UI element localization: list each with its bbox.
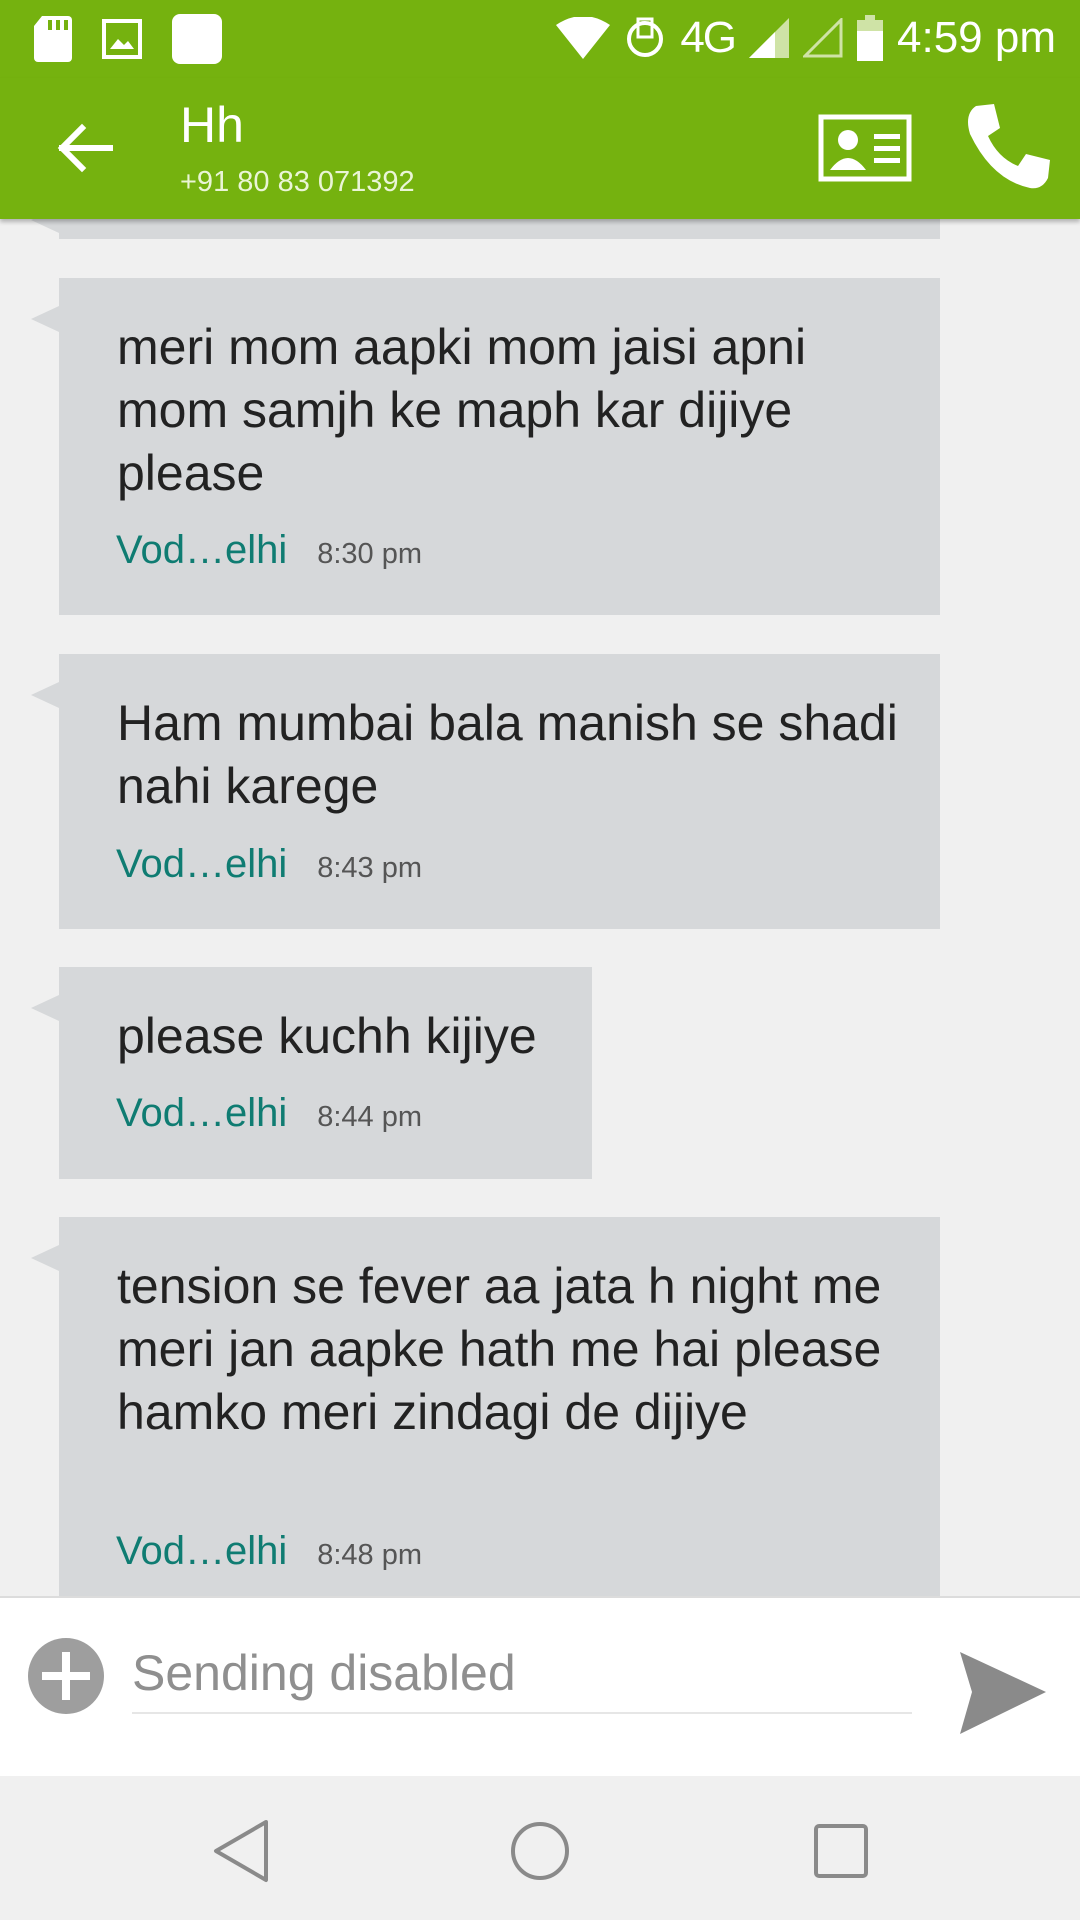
system-nav-bar: [0, 1776, 1080, 1920]
sim-label: Vod…elhi: [116, 528, 288, 572]
message-text: meri mom aapki mom jaisi apni mom samjh …: [117, 319, 807, 501]
contact-number: +91 80 83 071392: [180, 166, 415, 198]
message-time: 8:43 pm: [317, 852, 423, 884]
message-input[interactable]: [132, 1634, 912, 1714]
add-attachment-icon[interactable]: [26, 1636, 106, 1716]
send-icon[interactable]: [958, 1648, 1048, 1738]
wifi-icon: [556, 17, 611, 59]
signal-empty-icon: [803, 18, 843, 58]
app-icon: [172, 14, 222, 64]
signal-icon: [749, 18, 790, 58]
gallery-icon: [102, 19, 142, 59]
message-time: 8:44 pm: [317, 1101, 423, 1133]
message-text: please kuchh kijiye: [117, 1008, 537, 1064]
message-bubble[interactable]: please kuchh kijiye Vod…elhi 8:44 pm: [31, 967, 592, 1179]
message-text: tension se fever aa jata h night me meri…: [117, 1258, 882, 1440]
status-notification-icons: [34, 14, 222, 64]
data-saver-icon: [627, 17, 664, 57]
network-type: 4G: [680, 13, 737, 62]
sd-card-icon: [34, 16, 72, 62]
message-bubble[interactable]: meri mom aapki mom jaisi apni mom samjh …: [31, 278, 940, 615]
contact-card-icon[interactable]: [818, 114, 912, 182]
message-meta: Vod…elhi 8:44 pm: [116, 1091, 422, 1136]
message-bubble[interactable]: Ham mumbai bala manish se shadi nahi kar…: [31, 654, 940, 929]
sim-label: Vod…elhi: [116, 1091, 288, 1135]
phone-icon[interactable]: [962, 100, 1054, 192]
message-text: Ham mumbai bala manish se shadi nahi kar…: [117, 695, 898, 814]
message-time: 8:48 pm: [317, 1539, 423, 1571]
status-system-icons: 4G 4:59 pm: [556, 8, 1056, 68]
sim-label: Vod…elhi: [116, 842, 288, 886]
sim-label: Vod…elhi: [116, 1529, 288, 1573]
status-bar: 4G 4:59 pm: [0, 0, 1080, 78]
message-meta: Vod…elhi 8:43 pm: [116, 842, 422, 887]
message-meta: Vod…elhi 8:48 pm: [116, 1529, 422, 1574]
conversation-header: Hh +91 80 83 071392: [0, 78, 1080, 219]
nav-home-icon[interactable]: [505, 1816, 575, 1886]
contact-name: Hh: [180, 97, 244, 153]
message-bubble-partial[interactable]: [31, 219, 940, 239]
message-list[interactable]: meri mom aapki mom jaisi apni mom samjh …: [0, 219, 1080, 1596]
nav-back-icon[interactable]: [206, 1816, 276, 1886]
message-meta: Vod…elhi 8:30 pm: [116, 528, 422, 573]
back-arrow-icon[interactable]: [52, 116, 116, 180]
message-time: 8:30 pm: [317, 538, 423, 570]
message-bubble[interactable]: tension se fever aa jata h night me meri…: [31, 1217, 940, 1596]
clock: 4:59 pm: [897, 13, 1056, 62]
message-composer: [0, 1596, 1080, 1776]
nav-recents-icon[interactable]: [806, 1816, 876, 1886]
battery-icon: [857, 15, 884, 61]
